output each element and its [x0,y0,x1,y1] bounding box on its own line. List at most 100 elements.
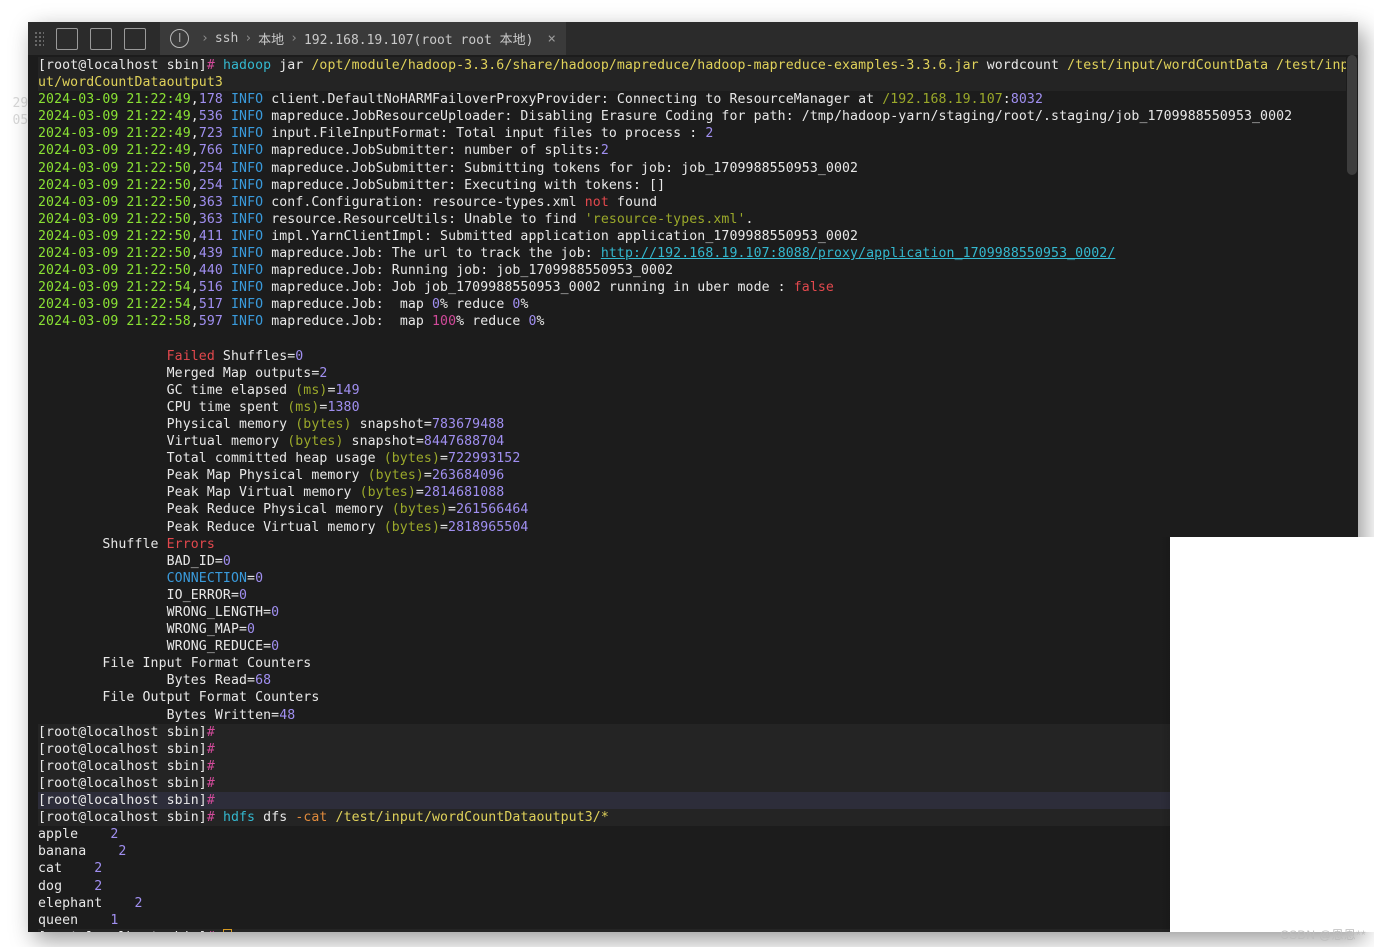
terminal-segment: 2024-03-09 21:22:50 [38,194,191,210]
terminal-segment: mapreduce.Job: The url to track the job: [263,246,601,262]
terminal-segment: File Input Format Counters [38,656,312,672]
terminal-segment: client.DefaultNoHARMFailoverProxyProvide… [263,92,883,108]
terminal-segment: WRONG_LENGTH= [38,605,272,620]
terminal-segment: = [247,570,256,586]
overlay-panel-shadow [1160,537,1170,932]
terminal-segment: 0 [239,587,248,603]
terminal-segment: Peak Reduce Physical memory [38,502,392,518]
terminal-segment: 2024-03-09 21:22:49 [38,143,191,159]
terminal-segment: 2 [600,143,609,159]
terminal-cursor [222,928,232,932]
terminal-segment: = [439,451,449,467]
terminal-segment: 440 [198,263,223,279]
terminal-segment: http://192.168.19.107:8088/proxy/applica… [600,246,1116,262]
square-button-1-icon[interactable] [56,27,78,50]
terminal-segment: [root@localhost sbin] [38,775,207,791]
close-icon[interactable]: × [547,31,555,47]
tab-title-label: 192.168.19.107(root root 本地) [303,33,534,48]
terminal-segment: [root@localhost sbin] [38,793,207,809]
terminal-segment [1268,58,1276,73]
square-button-3-icon[interactable] [124,27,146,50]
terminal-segment: 100 [432,314,457,330]
terminal-segment: not [584,194,609,210]
terminal-segment: 766 [198,143,223,159]
terminal-scrollbar-thumb[interactable] [1347,55,1357,175]
terminal-segment: Errors [166,536,215,552]
terminal-line-ctr-peak-map-virtual: Peak Map Virtual memory (bytes)=28146810… [38,484,1358,501]
terminal-segment: resource.ResourceUtils: Unable to find [263,211,585,227]
terminal-segment [223,109,231,124]
terminal-segment: 536 [198,109,223,125]
terminal-segment: 2 [319,365,328,381]
terminal-segment [215,810,223,825]
terminal-segment: % [520,297,529,313]
tab-separator-1: › [201,31,209,46]
terminal-segment: , [190,143,199,159]
terminal-line-log-2: 2024-03-09 21:22:49,536 INFO mapreduce.J… [38,108,1358,125]
terminal-segment: 1380 [327,399,360,415]
terminal-segment: Failed [166,348,215,364]
terminal-segment: 2024-03-09 21:22:49 [38,126,191,142]
terminal-segment: 2024-03-09 21:22:50 [38,211,191,227]
terminal-segment: (bytes) [287,434,344,450]
terminal-segment: 0 [247,622,256,638]
terminal-segment: [root@localhost sbin] [38,810,207,826]
square-button-2-icon[interactable] [90,27,112,50]
terminal-segment: 2024-03-09 21:22:49 [38,92,191,108]
terminal-segment [223,195,231,210]
grip-handle-icon[interactable] [34,30,44,47]
terminal-segment: -cat [295,810,328,826]
terminal-line-list: [root@localhost sbin]# hadoop jar /opt/m… [28,55,1358,932]
terminal-segment: INFO [230,177,264,193]
terminal-segment: Peak Map Physical memory [38,468,368,484]
terminal-segment: cat [38,861,95,877]
terminal-segment: % reduce [440,297,513,313]
terminal-segment [223,143,231,158]
terminal-segment: 2024-03-09 21:22:54 [38,280,191,296]
terminal-segment: Bytes Written= [38,707,280,723]
terminal-segment [223,280,231,295]
terminal-segment: hdfs [222,810,256,826]
terminal-segment: , [190,92,199,108]
terminal-line-log-11: 2024-03-09 21:22:50,440 INFO mapreduce.J… [38,262,1358,279]
terminal-segment: 0 [432,297,441,313]
terminal-line-ctr-failed-shuffles: Failed Shuffles=0 [38,348,1358,365]
terminal-segment: (bytes) [383,519,440,535]
terminal-segment: apple [38,827,111,843]
terminal-segment [327,810,335,825]
terminal-segment: 8032 [1010,92,1044,108]
terminal-segment: 1 [110,912,119,928]
terminal-segment: , [190,211,199,227]
terminal-segment: input.FileInputFormat: Total input files… [263,126,706,142]
terminal-segment: 8447688704 [423,434,505,450]
terminal-segment: 0 [271,605,280,620]
terminal-line-ctr-virtual-memory: Virtual memory (bytes) snapshot=84476887… [38,433,1358,450]
terminal-segment: , [190,177,199,193]
terminal-segment [223,126,231,141]
terminal-segment: Peak Map Virtual memory [38,485,360,501]
terminal-segment: mapreduce.Job: Job job_1709988550953_000… [263,280,794,296]
terminal-segment: 0 [528,314,537,330]
session-tab[interactable]: › ssh › 本地 › 192.168.19.107(root root 本地… [160,22,566,55]
terminal-segment: , [190,194,199,210]
terminal-segment: Shuffle [38,536,167,552]
terminal-segment: 2 [134,895,143,911]
terminal-output-pane[interactable]: [root@localhost sbin]# hadoop jar /opt/m… [28,55,1358,932]
terminal-segment: 2 [110,827,119,843]
terminal-line-ctr-cpu-time: CPU time spent (ms)=1380 [38,399,1358,416]
terminal-segment: 597 [198,314,223,330]
terminal-segment: 411 [198,228,223,244]
terminal-segment: , [190,228,199,244]
terminal-segment: # [206,758,215,774]
terminal-segment: false [793,280,834,296]
terminal-segment: 2 [94,878,103,894]
terminal-segment: 2818965504 [448,519,529,535]
terminal-segment: , [190,246,199,262]
info-icon [170,29,189,48]
terminal-segment: 2024-03-09 21:22:50 [38,160,191,176]
terminal-segment: INFO [230,297,264,313]
terminal-line-log-14: 2024-03-09 21:22:58,597 INFO mapreduce.J… [38,313,1358,330]
terminal-segment: 363 [198,194,223,210]
terminal-segment: INFO [230,160,264,176]
terminal-segment: 783679488 [431,416,505,432]
